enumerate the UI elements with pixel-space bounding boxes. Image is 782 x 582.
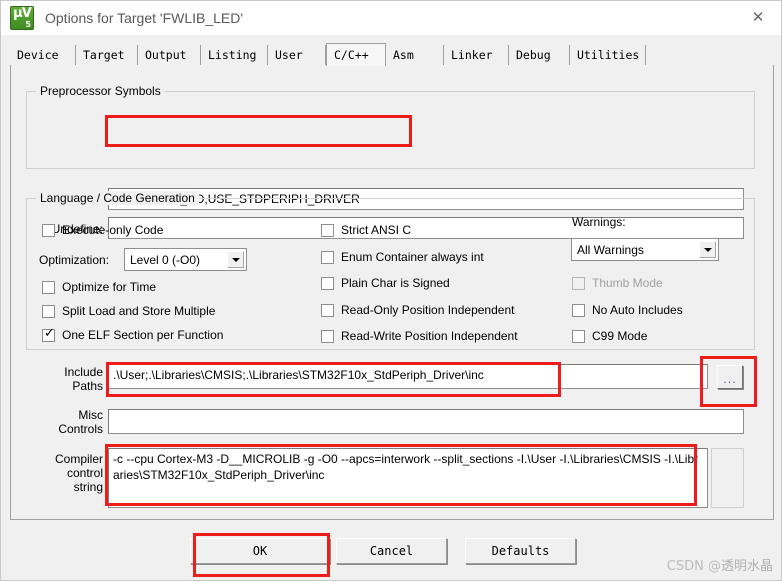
cancel-button[interactable]: Cancel (336, 538, 447, 564)
tab-strip: Device Target Output Listing User C/C++ … (10, 43, 774, 66)
checkbox-thumb-mode: Thumb Mode (572, 276, 663, 290)
checkbox-label: Optimize for Time (62, 280, 157, 294)
include-paths-label-line1: Include (64, 365, 103, 379)
misc-controls-label-line2: Controls (58, 422, 103, 436)
watermark-prefix: CSDN @ (666, 559, 721, 574)
checkbox-execute-only-code[interactable]: Execute-only Code (42, 223, 163, 237)
checkbox-label: Strict ANSI C (341, 223, 412, 237)
checkbox-box (321, 276, 334, 290)
options-dialog: µV 5 Options for Target 'FWLIB_LED' ✕ Dev… (0, 0, 782, 581)
checkbox-box (42, 280, 55, 294)
compiler-control-label-line3: string (73, 480, 103, 494)
optimization-select[interactable]: Level 0 (-O0) (124, 248, 247, 271)
preprocessor-symbols-label: Preprocessor Symbols (36, 84, 165, 98)
preprocessor-symbols-group: Preprocessor Symbols (26, 84, 755, 169)
chevron-down-icon[interactable] (227, 251, 244, 268)
checkbox-label: Read-Write Position Independent (341, 329, 518, 343)
checkbox-box (572, 303, 585, 317)
checkbox-label: Read-Only Position Independent (341, 303, 515, 317)
tab-utilities[interactable]: Utilities (570, 45, 646, 65)
ok-button[interactable]: OK (190, 538, 330, 564)
tab-listing[interactable]: Listing (201, 45, 268, 65)
checkbox-split-load-and-store-multiple[interactable]: Split Load and Store Multiple (42, 304, 215, 318)
checkbox-label: C99 Mode (592, 329, 648, 343)
window-title: Options for Target 'FWLIB_LED' (45, 10, 244, 26)
checkbox-label: Split Load and Store Multiple (62, 304, 216, 318)
include-paths-browse-button[interactable]: ... (717, 365, 743, 389)
tab-output[interactable]: Output (138, 45, 201, 65)
watermark-name: 透明水晶 (720, 559, 773, 574)
checkbox-label: Thumb Mode (592, 276, 663, 290)
tab-target[interactable]: Target (76, 45, 138, 65)
ellipsis-icon: ... (723, 373, 737, 386)
tab-debug[interactable]: Debug (509, 45, 570, 65)
include-paths-label-line2: Paths (72, 379, 103, 393)
checkbox-label: Execute-only Code (62, 223, 164, 237)
watermark: CSDN @透明水晶 (667, 555, 773, 574)
checkbox-one-elf-section-per-function[interactable]: ✓ One ELF Section per Function (42, 325, 224, 342)
checkbox-box (42, 223, 55, 237)
compiler-control-side-panel (711, 448, 744, 508)
optimization-value: Level 0 (-O0) (130, 252, 201, 267)
checkbox-box (321, 303, 334, 317)
tab-c-cpp[interactable]: C/C++ (326, 43, 386, 66)
checkbox-box (42, 304, 55, 318)
checkbox-optimize-for-time[interactable]: Optimize for Time (42, 280, 156, 294)
checkbox-enum-container-always-int[interactable]: Enum Container always int (321, 250, 484, 264)
misc-controls-label-line1: Misc (78, 408, 103, 422)
tab-linker[interactable]: Linker (444, 45, 509, 65)
checkbox-read-write-position-independent[interactable]: Read-Write Position Independent (321, 329, 518, 343)
checkbox-strict-ansi-c[interactable]: Strict ANSI C (321, 223, 411, 237)
checkbox-label: Enum Container always int (341, 250, 484, 264)
checkbox-plain-char-is-signed[interactable]: Plain Char is Signed (321, 276, 450, 290)
checkbox-c99-mode[interactable]: C99 Mode (572, 329, 647, 343)
checkbox-label: One ELF Section per Function (62, 328, 224, 342)
checkbox-box (321, 250, 334, 264)
checkbox-box (572, 329, 585, 343)
tab-asm[interactable]: Asm (386, 45, 444, 65)
defaults-button[interactable]: Defaults (465, 538, 576, 564)
compiler-control-string-input[interactable]: -c --cpu Cortex-M3 -D__MICROLIB -g -O0 -… (108, 448, 708, 508)
c-cpp-tab-panel: Preprocessor Symbols Define: STM32F10X_H… (10, 65, 774, 520)
checkbox-label: No Auto Includes (592, 303, 683, 317)
checkbox-box (572, 276, 585, 290)
checkbox-no-auto-includes[interactable]: No Auto Includes (572, 303, 683, 317)
chevron-down-icon[interactable] (699, 241, 716, 258)
misc-controls-input[interactable] (108, 409, 744, 434)
language-code-generation-label: Language / Code Generation (36, 191, 199, 205)
dialog-button-bar: OK Cancel Defaults (1, 520, 782, 582)
warnings-value: All Warnings (577, 242, 644, 257)
checkbox-box (321, 329, 334, 343)
close-icon[interactable]: ✕ (735, 1, 781, 33)
checkbox-box (321, 223, 334, 237)
checkbox-read-only-position-independent[interactable]: Read-Only Position Independent (321, 303, 514, 317)
warnings-select[interactable]: All Warnings (571, 238, 719, 261)
checkbox-box: ✓ (42, 325, 55, 342)
tab-user[interactable]: User (268, 45, 326, 65)
checkbox-label: Plain Char is Signed (341, 276, 450, 290)
warnings-label: Warnings: (572, 215, 626, 229)
compiler-control-label-line1: Compiler (54, 452, 103, 466)
tab-device[interactable]: Device (10, 45, 76, 65)
compiler-control-label-line2: control (66, 466, 103, 480)
title-bar: µV 5 Options for Target 'FWLIB_LED' ✕ (1, 1, 781, 35)
optimization-label: Optimization: (39, 253, 110, 267)
keil-uvision-icon: µV 5 (10, 6, 34, 30)
include-paths-input[interactable]: .\User;.\Libraries\CMSIS;.\Libraries\STM… (108, 364, 708, 389)
